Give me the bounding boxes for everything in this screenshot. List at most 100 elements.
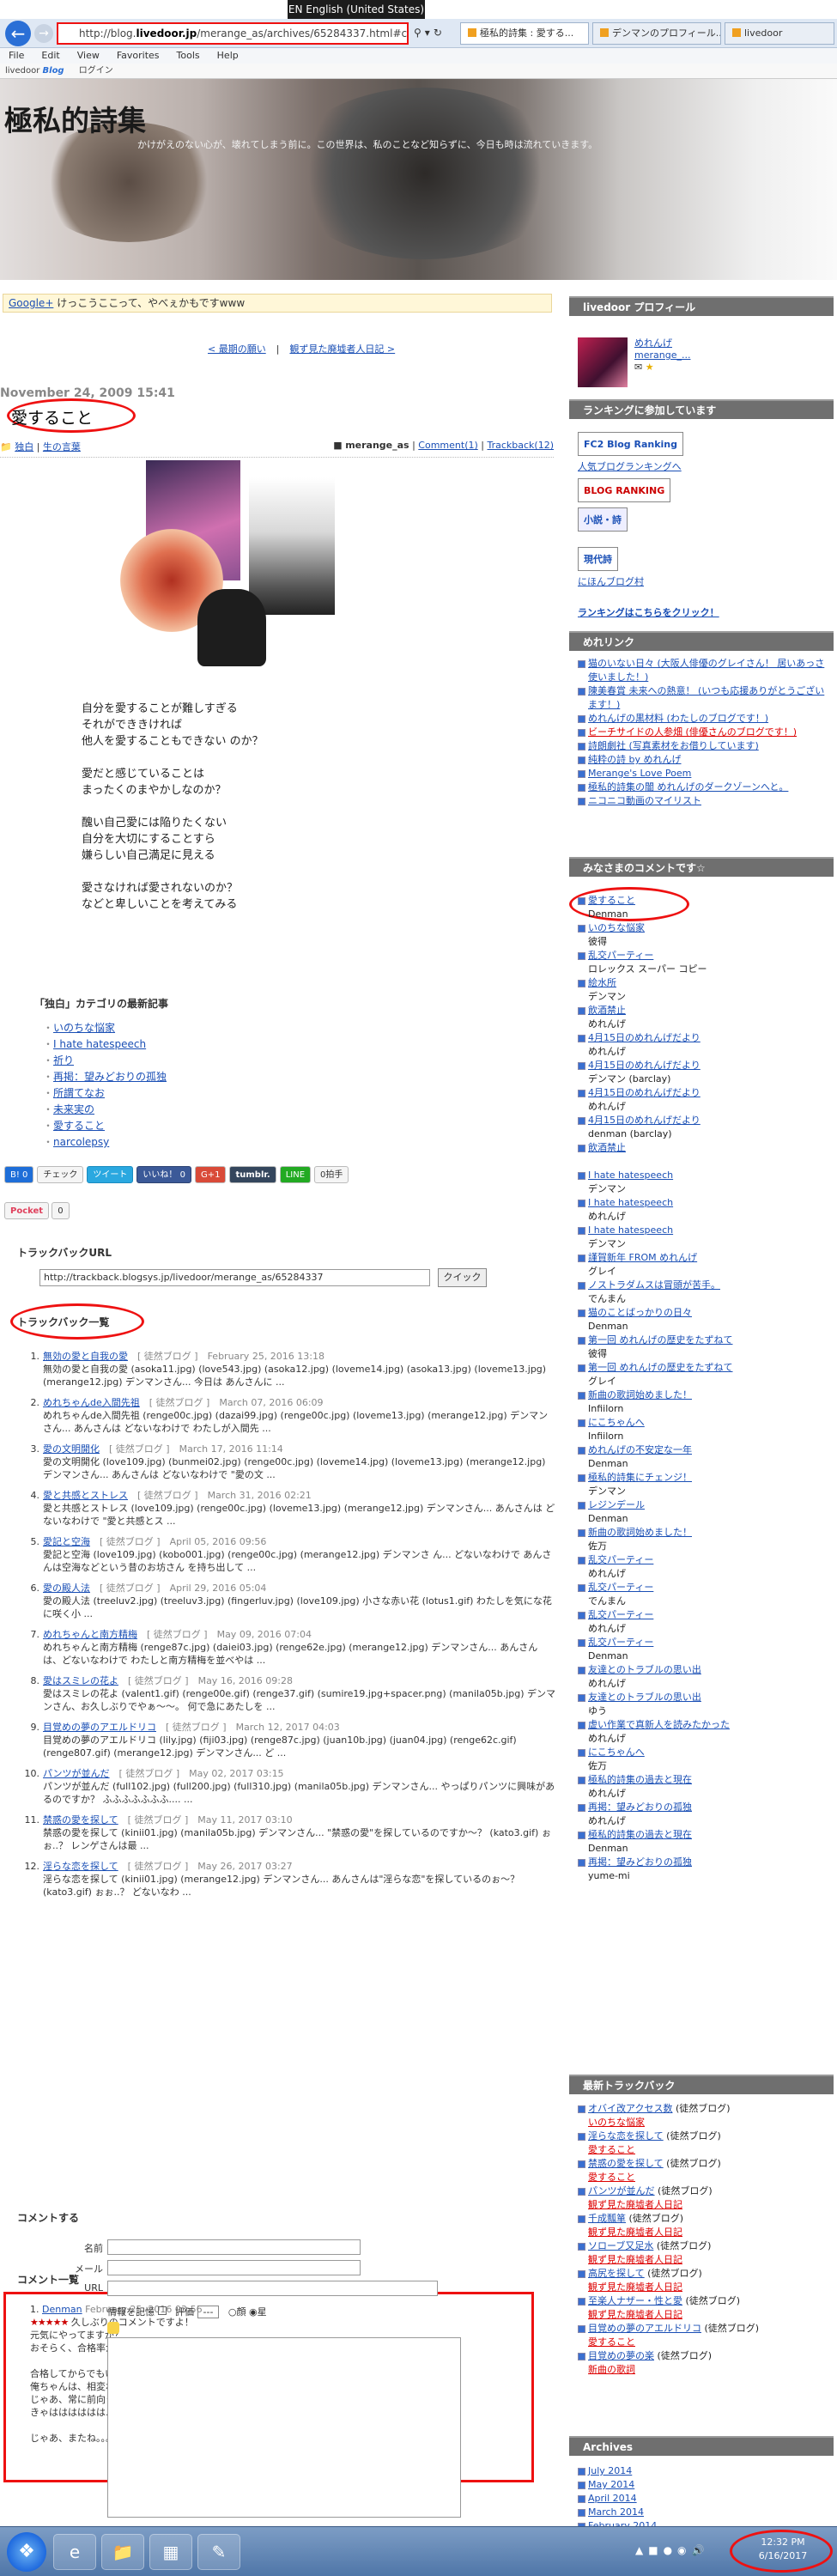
sidebar-link[interactable]: 陳美春賞 未来への熱意！ (いつも応援ありがとうございます！) xyxy=(578,684,831,712)
menu-view[interactable]: View xyxy=(77,50,100,61)
recent-trackback-link[interactable]: パンツが並んだ xyxy=(588,2185,655,2196)
related-link[interactable]: 再掲：望みどおりの孤独 xyxy=(53,1071,167,1083)
trackback-title-link[interactable]: 無効の愛と自我の愛 xyxy=(43,1351,128,1362)
recent-comment-link[interactable]: 愛すること xyxy=(578,894,831,908)
recent-trackback-link[interactable]: ソローブ又足水 xyxy=(588,2240,653,2251)
related-link[interactable]: 未来実の xyxy=(53,1103,94,1115)
dropdown-icon[interactable]: ▾ xyxy=(425,27,434,39)
recent-comment-link[interactable]: 新曲の歌詞始めました！ xyxy=(578,1388,831,1402)
google-plus-button[interactable]: G+1 xyxy=(194,1166,227,1183)
language-indicator[interactable]: EN English (United States) xyxy=(288,0,425,19)
app-icon[interactable]: ▦ xyxy=(149,2534,192,2570)
comment-author-link[interactable]: Denman xyxy=(42,2304,82,2315)
sidebar-link[interactable]: Merange's Love Poem xyxy=(578,767,831,781)
forward-arrow-icon[interactable]: → xyxy=(34,24,53,43)
login-link[interactable]: ログイン xyxy=(79,66,113,76)
archive-link[interactable]: April 2014 xyxy=(578,2492,831,2506)
archive-link[interactable]: July 2014 xyxy=(578,2464,831,2478)
recent-trackback-post-link[interactable]: 観ず見た廃墟者人日記 xyxy=(578,2198,831,2212)
recent-trackback-post-link[interactable]: 観ず見た廃墟者人日記 xyxy=(578,2308,831,2322)
recent-comment-link[interactable]: 謹賀新年 FROM めれんげ xyxy=(578,1251,831,1265)
remember-checkbox[interactable] xyxy=(157,2306,167,2315)
facebook-like-button[interactable]: いいね！ 0 xyxy=(136,1166,191,1183)
recent-comment-link[interactable]: 極私的詩集の過去と現在 xyxy=(578,1828,831,1842)
emoji-icon[interactable] xyxy=(107,2322,119,2334)
recent-trackback-link[interactable]: 禁惑の愛を探して xyxy=(588,2158,664,2169)
paint-icon[interactable]: ✎ xyxy=(197,2534,240,2570)
recent-comment-link[interactable]: めれんげの不安定な一年 xyxy=(578,1443,831,1457)
search-icon[interactable]: ⚲ xyxy=(414,27,425,39)
sidebar-link[interactable]: ニコニコ動画のマイリスト xyxy=(578,794,831,808)
menu-favorites[interactable]: Favorites xyxy=(117,50,160,61)
windows-start-icon[interactable]: ❖ xyxy=(7,2532,46,2572)
comment-count-link[interactable]: Comment(1) xyxy=(418,440,477,451)
recent-comment-link[interactable]: 第一回 めれんげの歴史をたずねて xyxy=(578,1361,831,1375)
related-link[interactable]: narcolepsy xyxy=(53,1136,109,1148)
recent-comment-link[interactable]: 友達とのトラブルの思い出 xyxy=(578,1691,831,1704)
prev-post-link[interactable]: < 最期の願い xyxy=(208,343,266,355)
trackback-title-link[interactable]: 愛と共感とストレス xyxy=(43,1490,128,1501)
next-post-link[interactable]: 観ず見た廃墟者人日記 > xyxy=(289,343,395,355)
related-link[interactable]: いのちな悩家 xyxy=(53,1022,115,1034)
hatena-bookmark-button[interactable]: B! 0 xyxy=(4,1166,34,1183)
blog-title[interactable]: 極私的詩集 xyxy=(4,98,146,139)
fc2-ranking-badge[interactable]: FC2 Blog Ranking xyxy=(578,432,684,456)
recent-comment-link[interactable]: にこちゃんへ xyxy=(578,1416,831,1430)
tumblr-button[interactable]: tumblr. xyxy=(229,1166,276,1183)
recent-comment-link[interactable]: 虚い作業で真新人を読みたかった xyxy=(578,1718,831,1732)
recent-comment-link[interactable]: 絵水所 xyxy=(578,976,831,990)
recent-trackback-post-link[interactable]: 観ず見た廃墟者人日記 xyxy=(578,2281,831,2294)
archive-link[interactable]: March 2014 xyxy=(578,2506,831,2519)
recent-trackback-post-link[interactable]: 愛すること xyxy=(578,2171,831,2184)
nihon-blog-link[interactable]: にほんブログ村 xyxy=(578,574,644,588)
rating-select[interactable]: --- xyxy=(197,2306,220,2318)
recent-comment-link[interactable]: 乱交パーティー xyxy=(578,1581,831,1595)
recent-comment-link[interactable]: 4月15日のめれんげだより xyxy=(578,1059,831,1072)
sidebar-link[interactable]: 詩朗劇社 (写真素材をお借りしています) xyxy=(578,739,831,753)
clap-button[interactable]: 0拍手 xyxy=(314,1166,349,1183)
profile-id-link[interactable]: merange_... xyxy=(634,349,690,361)
trackback-title-link[interactable]: 愛記と空海 xyxy=(43,1536,90,1547)
recent-comment-link[interactable]: 新曲の歌詞始めました！ xyxy=(578,1526,831,1540)
system-tray-icons[interactable]: ▲■●◉🔊 xyxy=(635,2544,709,2556)
recent-trackback-post-link[interactable]: 愛すること xyxy=(578,2143,831,2157)
trackback-title-link[interactable]: 淫らな恋を探して xyxy=(43,1861,118,1872)
folder-icon[interactable]: 📁 xyxy=(101,2534,144,2570)
related-link[interactable]: 所謂てなお xyxy=(53,1087,105,1099)
check-button[interactable]: チェック xyxy=(37,1166,84,1183)
recent-comment-link[interactable]: 乱交パーティー xyxy=(578,1553,831,1567)
recent-comment-link[interactable]: 極私的詩集の過去と現在 xyxy=(578,1773,831,1787)
mail-icon[interactable]: ✉ xyxy=(634,361,642,373)
trackback-title-link[interactable]: めれちゃんと南方精梅 xyxy=(43,1629,137,1640)
trackback-title-link[interactable]: 愛の文明開化 xyxy=(43,1443,100,1455)
trackback-title-link[interactable]: めれちゃんde入間先祖 xyxy=(43,1397,140,1408)
recent-comment-link[interactable]: 4月15日のめれんげだより xyxy=(578,1114,831,1127)
profile-avatar[interactable] xyxy=(578,337,628,387)
recent-trackback-link[interactable]: オバイ改アクセス数 xyxy=(588,2103,672,2114)
trackback-title-link[interactable]: 愛の殿人法 xyxy=(43,1583,90,1594)
trackback-title-link[interactable]: 禁惑の愛を探して xyxy=(43,1814,118,1826)
quick-button[interactable]: クイック xyxy=(438,1268,487,1287)
recent-trackback-link[interactable]: 高尻を探して xyxy=(588,2268,645,2279)
browser-tab[interactable]: livedoor xyxy=(725,22,834,45)
author-name[interactable]: merange_as xyxy=(345,440,409,451)
sidebar-link[interactable]: 極私的詩集の闇 めれんげのダークゾーンへと。 xyxy=(578,781,831,794)
ranking-link[interactable]: 人気ブログランキングへ xyxy=(578,459,682,473)
recent-comment-link[interactable]: 極私的詩集にチェンジ！ xyxy=(578,1471,831,1485)
sidebar-link[interactable]: ビーチサイドの人参畑 (俳優さんのブログです！) xyxy=(578,726,831,739)
related-link[interactable]: 愛すること xyxy=(53,1120,105,1132)
recent-trackback-post-link[interactable]: いのちな悩家 xyxy=(578,2116,831,2129)
recent-comment-link[interactable]: I hate hatespeech xyxy=(578,1196,831,1210)
trackback-title-link[interactable]: パンツが並んだ xyxy=(43,1768,110,1779)
post-title[interactable]: 愛すること xyxy=(11,405,93,428)
recent-trackback-link[interactable]: 千成瓢箪 xyxy=(588,2213,626,2224)
recent-comment-link[interactable]: ノストラダムスは冒頭が苦手。 xyxy=(578,1279,831,1292)
comment-textarea[interactable] xyxy=(107,2337,461,2518)
recent-comment-link[interactable]: 猫のことばっかりの日々 xyxy=(578,1306,831,1320)
recent-trackback-link[interactable]: 目覚めの夢の楽 xyxy=(588,2350,654,2361)
refresh-icon[interactable]: ↻ xyxy=(434,27,446,39)
menu-help[interactable]: Help xyxy=(217,50,239,61)
related-link[interactable]: I hate hatespeech xyxy=(53,1038,146,1050)
trackback-url-field[interactable]: http://trackback.blogsys.jp/livedoor/mer… xyxy=(39,1269,430,1286)
recent-trackback-link[interactable]: 目覚めの夢のアエルドリコ xyxy=(588,2323,701,2334)
